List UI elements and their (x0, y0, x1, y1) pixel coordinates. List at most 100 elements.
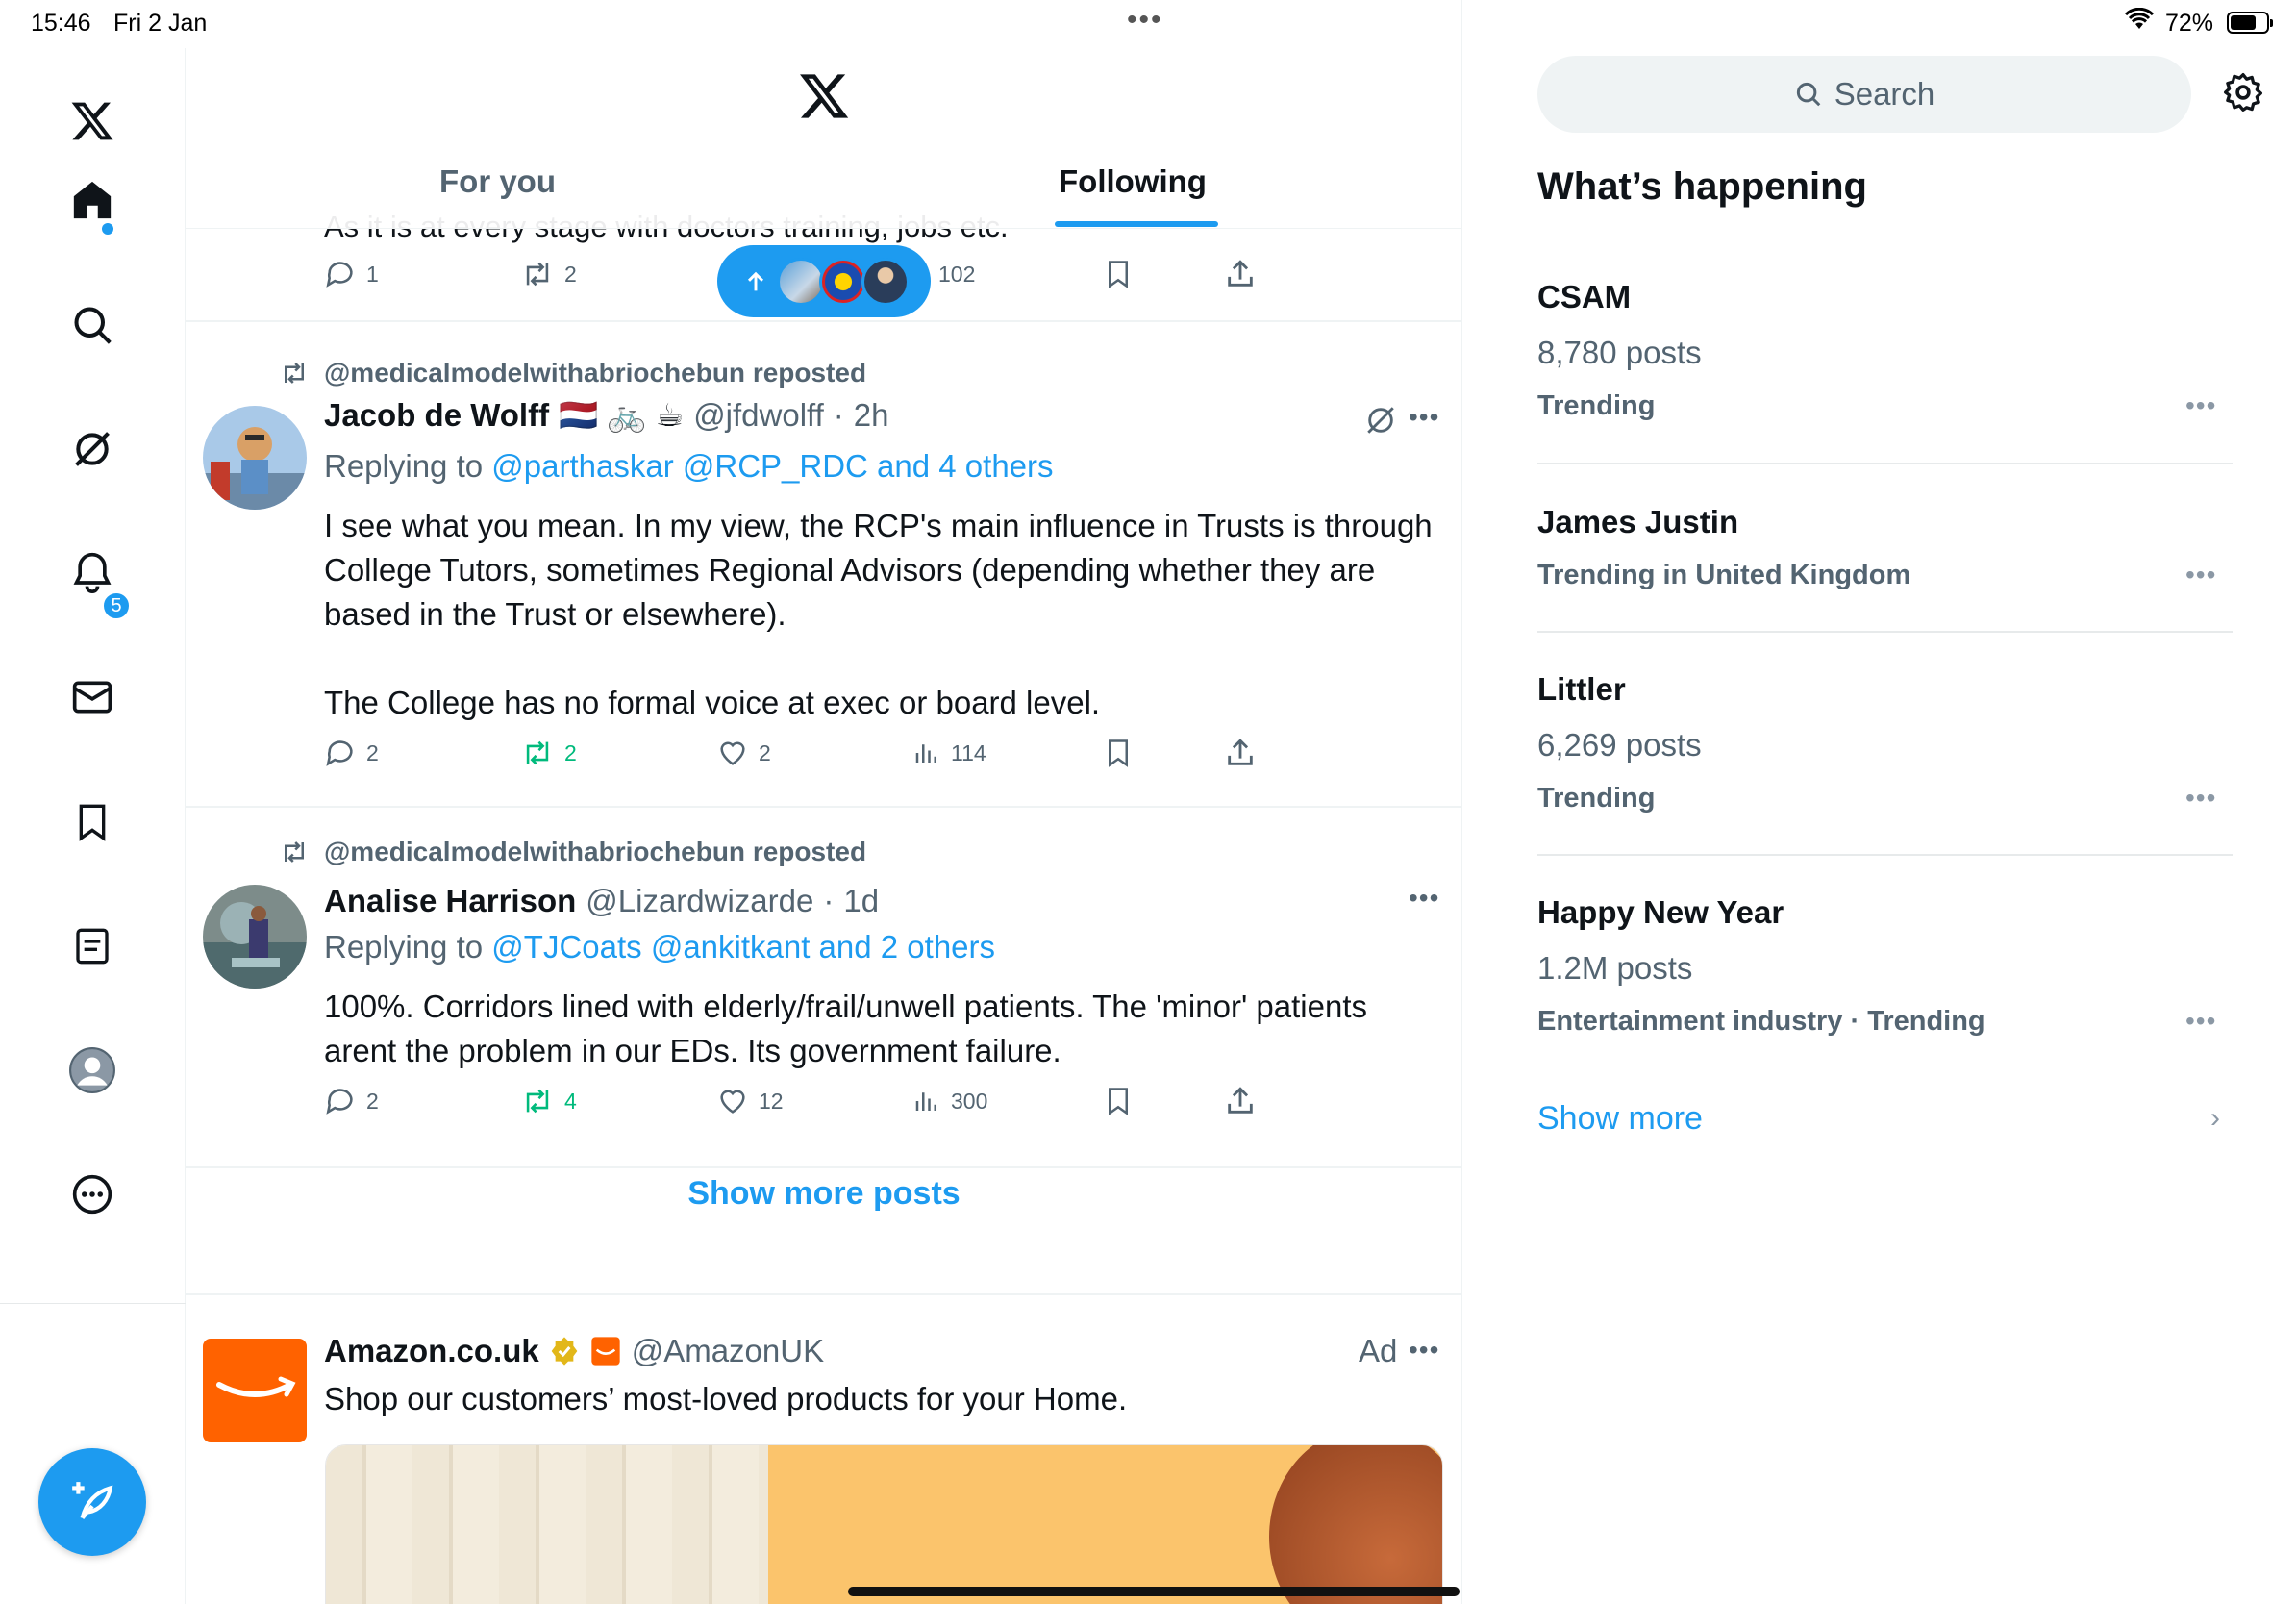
compose-post-button[interactable] (38, 1448, 146, 1556)
search-icon (1796, 82, 1821, 107)
reply-button[interactable]: 1 (324, 258, 379, 290)
avatar[interactable] (203, 885, 307, 989)
repost-count: 4 (564, 1088, 577, 1114)
ad-author-name[interactable]: Amazon.co.uk (324, 1333, 539, 1369)
x-logo-icon[interactable] (63, 92, 121, 150)
post-author-row: Jacob de Wolff 🇳🇱 🚲 ☕ @jfdwolff · 2h (324, 396, 889, 435)
replying-to: Replying to @TJCoats @ankitkant and 2 ot… (324, 929, 995, 965)
post-text-paragraph: I see what you mean. In my view, the RCP… (324, 508, 1433, 632)
heart-icon (720, 1090, 745, 1114)
repost-icon (526, 262, 549, 287)
post-time[interactable]: 2h (854, 397, 889, 434)
ad-label: Ad (1359, 1333, 1398, 1368)
tab-for-you[interactable]: For you (439, 163, 556, 200)
home-indicator[interactable] (848, 1587, 1460, 1596)
post-time[interactable]: 1d (843, 883, 879, 919)
verified-gold-icon (551, 1337, 578, 1366)
trend-name[interactable]: CSAM (1537, 279, 1631, 315)
tab-following[interactable]: Following (1059, 163, 1207, 200)
trend-divider (1537, 854, 2233, 856)
more-options-icon[interactable] (63, 1165, 121, 1223)
avatar (819, 257, 867, 306)
post-actions: 2 2 2 114 (186, 737, 1461, 783)
views-icon (915, 744, 936, 763)
trend-name[interactable]: Happy New Year (1537, 894, 1784, 931)
avatar[interactable] (203, 406, 307, 510)
profile-avatar-icon[interactable] (63, 1041, 121, 1099)
repost-attribution: @medicalmodelwithabriochebun reposted (278, 837, 866, 867)
repost-attribution-text: @medicalmodelwithabriochebun reposted (324, 358, 867, 388)
replying-to-links[interactable]: @TJCoats @ankitkant and 2 others (491, 929, 995, 965)
trend-name[interactable]: Littler (1537, 671, 1626, 708)
bookmark-button[interactable] (1104, 258, 1133, 290)
repost-button[interactable]: 2 (520, 258, 577, 290)
reply-button[interactable]: 2 (324, 737, 379, 769)
bookmark-button[interactable] (1104, 1085, 1133, 1117)
trend-divider (1537, 463, 2233, 464)
search-icon[interactable] (63, 296, 121, 354)
heart-icon (720, 741, 745, 765)
home-icon[interactable] (63, 171, 121, 229)
like-button[interactable]: 2 (716, 737, 771, 769)
bookmark-icon (1109, 1088, 1128, 1115)
ad-image-fabric (326, 1445, 768, 1604)
trend-count: 8,780 posts (1537, 335, 1702, 370)
new-posts-pill[interactable] (717, 245, 931, 317)
messages-icon[interactable] (63, 668, 121, 726)
post-divider (186, 806, 1461, 808)
notifications-badge: 5 (102, 591, 131, 620)
search-input[interactable]: Search (1537, 56, 2191, 133)
reply-icon (326, 1089, 353, 1115)
author-handle[interactable]: @jfdwolff (693, 397, 824, 434)
show-more-posts-button[interactable]: Show more posts (186, 1175, 1461, 1213)
view-count: 300 (951, 1088, 988, 1114)
share-button[interactable] (1224, 258, 1257, 290)
avatar (861, 257, 910, 306)
trend-more-icon[interactable]: ••• (2185, 1006, 2216, 1037)
repost-button[interactable]: 4 (520, 1085, 577, 1117)
amazon-logo[interactable] (203, 1339, 307, 1442)
ad-image[interactable] (325, 1444, 1443, 1604)
replying-to-links[interactable]: @parthaskar @RCP_RDC and 4 others (491, 448, 1053, 484)
post-more-icon[interactable]: ••• (1409, 883, 1439, 914)
settings-gear-icon[interactable] (2222, 71, 2264, 118)
lists-icon[interactable] (63, 917, 121, 975)
trend-more-icon[interactable]: ••• (2185, 560, 2216, 590)
bookmark-icon (1109, 261, 1128, 288)
bookmarks-icon[interactable] (63, 793, 121, 851)
arrow-up-icon (747, 271, 764, 290)
whats-happening-title: What’s happening (1537, 165, 1867, 208)
share-button[interactable] (1224, 737, 1257, 769)
avatar (777, 257, 825, 306)
grok-icon[interactable] (1364, 404, 1397, 441)
bookmark-icon (1109, 739, 1128, 767)
replying-to: Replying to @parthaskar @RCP_RDC and 4 o… (324, 448, 1054, 485)
ad-author-handle[interactable]: @AmazonUK (632, 1333, 824, 1369)
bookmark-button[interactable] (1104, 737, 1133, 769)
reply-button[interactable]: 2 (324, 1085, 379, 1117)
post-more-icon[interactable]: ••• (1409, 1335, 1439, 1366)
trend-more-icon[interactable]: ••• (2185, 390, 2216, 421)
active-tab-indicator (1055, 221, 1218, 227)
like-button[interactable]: 12 (716, 1085, 784, 1117)
trend-meta: Trending (1537, 390, 1656, 421)
views-button[interactable]: 300 (912, 1085, 987, 1117)
views-button[interactable]: 114 (912, 737, 986, 769)
trend-name[interactable]: James Justin (1537, 504, 1738, 540)
replying-to-label: Replying to (324, 448, 484, 484)
affiliate-badge-icon (591, 1337, 620, 1366)
repost-button[interactable]: 2 (520, 737, 577, 769)
post-more-icon[interactable]: ••• (1409, 402, 1439, 433)
author-name[interactable]: Jacob de Wolff (324, 397, 549, 434)
trend-count: 1.2M posts (1537, 950, 1693, 986)
left-navigation: 5 (0, 48, 186, 1604)
author-name[interactable]: Analise Harrison (324, 883, 576, 919)
repost-icon (526, 740, 549, 765)
author-handle[interactable]: @Lizardwizarde (586, 883, 813, 919)
grok-icon[interactable] (63, 420, 121, 478)
show-more-trends-link[interactable]: Show more (1537, 1100, 1703, 1138)
share-button[interactable] (1224, 1085, 1257, 1117)
trend-more-icon[interactable]: ••• (2185, 783, 2216, 814)
chevron-right-icon[interactable]: › (2210, 1102, 2220, 1135)
repost-count: 2 (564, 739, 577, 765)
